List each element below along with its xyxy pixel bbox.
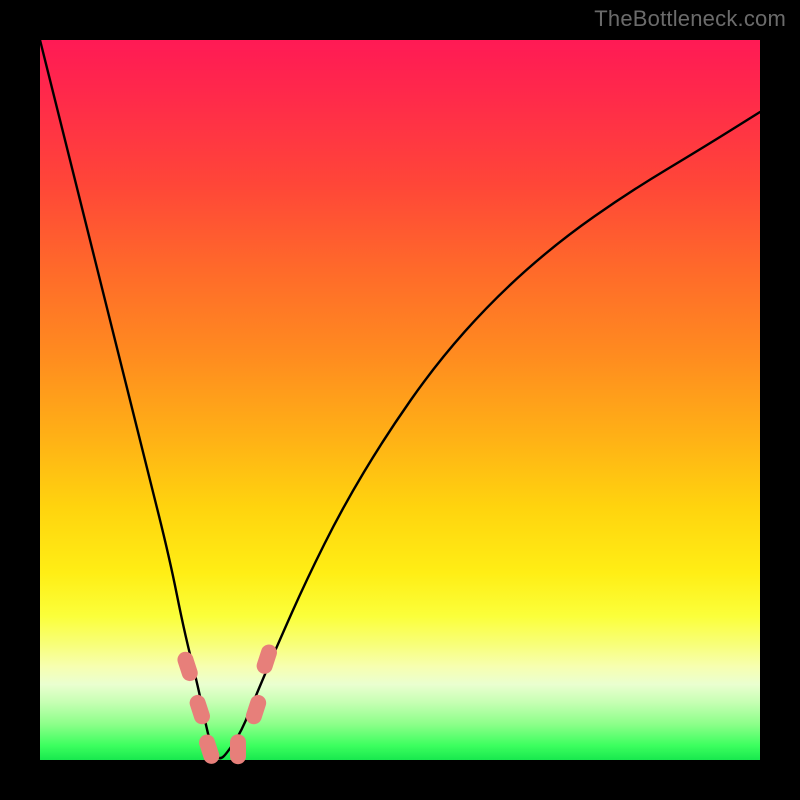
plot-area xyxy=(40,40,760,760)
curve-marker xyxy=(197,732,221,765)
bottleneck-curve xyxy=(40,40,760,760)
curve-marker xyxy=(244,693,268,726)
watermark-text: TheBottleneck.com xyxy=(594,6,786,32)
curve-marker xyxy=(230,734,246,764)
chart-frame: TheBottleneck.com xyxy=(0,0,800,800)
curve-marker xyxy=(188,693,212,726)
